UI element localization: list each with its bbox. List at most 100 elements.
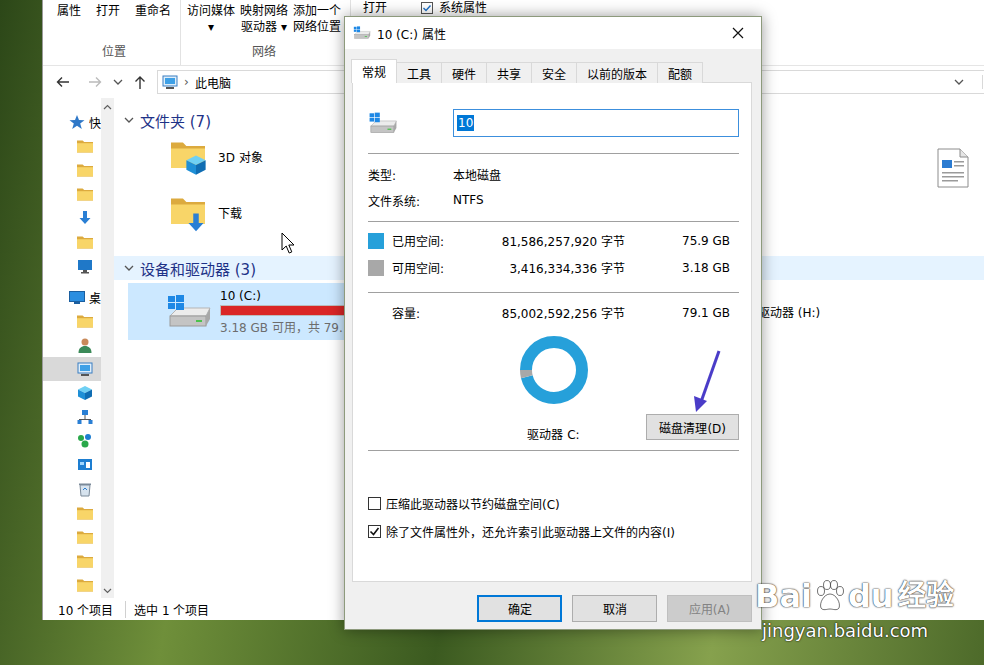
capacity-size: 79.1 GB: [633, 306, 739, 320]
nav-item[interactable]: [43, 254, 101, 278]
tab[interactable]: 硬件: [441, 62, 487, 83]
checkbox[interactable]: [368, 497, 381, 510]
tab[interactable]: 安全: [531, 62, 577, 83]
button-bar: 确定取消应用(A): [352, 582, 752, 622]
default-frame: 应用(A): [667, 595, 752, 622]
tab[interactable]: 以前的版本: [576, 62, 658, 83]
nav-item[interactable]: [43, 549, 101, 573]
space-bytes: 3,416,334,336 字节: [500, 259, 625, 276]
ribbon-button[interactable]: 重命名: [135, 3, 171, 19]
nav-item-label: 快: [89, 114, 101, 131]
nav-item[interactable]: [43, 573, 101, 597]
tab-label: 配额: [668, 65, 692, 82]
nav-item[interactable]: 桌: [43, 285, 101, 309]
capacity-row: 容量:85,002,592,256 字节79.1 GB: [368, 299, 739, 326]
checkbox-row[interactable]: 压缩此驱动器以节约磁盘空间(C): [368, 492, 739, 514]
ribbon-button[interactable]: 访问媒体▾: [187, 3, 235, 35]
system-properties-icon: [421, 2, 433, 14]
dialog-button: 应用(A): [667, 595, 752, 622]
nav-item[interactable]: [43, 429, 101, 453]
ribbon-button-label: 网络位置: [293, 19, 341, 35]
ribbon-button[interactable]: 映射网络驱动器 ▾: [240, 3, 288, 35]
nav-item[interactable]: 快: [43, 110, 101, 134]
ribbon-button[interactable]: 属性: [57, 3, 81, 19]
user-icon: [77, 337, 93, 353]
paw-icon: [813, 579, 847, 613]
star-icon: [69, 114, 85, 130]
info-value: NTFS: [453, 193, 739, 207]
cube-icon: [77, 385, 93, 401]
selection-count: 选中 1 个项目: [125, 601, 209, 618]
space-size: 75.9 GB: [633, 234, 739, 248]
watermark-logo: Baidu经验: [755, 578, 954, 614]
ribbon-button[interactable]: 打开: [363, 0, 387, 16]
ribbon-button-text: 系统属性: [421, 0, 487, 16]
dialog-button[interactable]: 取消: [572, 595, 657, 622]
ribbon-button-text: 属性: [57, 3, 81, 19]
nav-item[interactable]: [43, 453, 101, 477]
nav-item[interactable]: [43, 477, 101, 501]
ribbon-button[interactable]: 系统属性: [421, 0, 487, 16]
tab[interactable]: 共享: [486, 62, 532, 83]
scroll-down-icon: [103, 588, 112, 594]
folder-tile[interactable]: [936, 140, 984, 196]
disk-cleanup-button[interactable]: 磁盘清理(D): [646, 414, 739, 440]
download-icon: [77, 210, 93, 226]
nav-item[interactable]: [43, 309, 101, 333]
capacity-label: 容量:: [392, 304, 492, 321]
ribbon-button-lines: 添加一个网络位置: [293, 3, 341, 35]
ribbon-button[interactable]: 添加一个网络位置: [293, 3, 341, 35]
space-size: 3.18 GB: [633, 261, 739, 275]
checkbox-row[interactable]: 除了文件属性外，还允许索引此驱动器上文件的内容(I): [368, 520, 739, 542]
breadcrumb-separator: ›: [184, 75, 189, 89]
nav-item[interactable]: [43, 525, 101, 549]
nav-scrollbar[interactable]: [101, 98, 114, 598]
space-bytes: 81,586,257,920 字节: [500, 232, 625, 249]
nav-item[interactable]: [43, 206, 101, 230]
expand-chevron-icon: [124, 263, 134, 273]
ribbon-buttons: 访问媒体▾映射网络驱动器 ▾添加一个网络位置: [187, 0, 341, 44]
breadcrumb-item[interactable]: 此电脑: [195, 74, 231, 91]
up-arrow-icon: [133, 74, 147, 90]
name-field[interactable]: 10: [453, 109, 739, 137]
nav-item[interactable]: [43, 501, 101, 525]
ribbon-button-text: 重命名: [135, 3, 171, 19]
tab[interactable]: 配额: [657, 62, 703, 83]
ribbon-button-text: 访问媒体▾: [187, 3, 235, 35]
desktop-icon: [69, 289, 85, 305]
nav-item[interactable]: [43, 405, 101, 429]
checkmark-icon: [369, 526, 380, 537]
space-grid: 已用空间:81,586,257,920 字节75.9 GB可用空间:3,416,…: [368, 227, 739, 281]
folder-name: 下载: [218, 196, 242, 252]
nav-item[interactable]: [43, 333, 101, 357]
name-row: 10: [368, 109, 739, 137]
nav-item[interactable]: [43, 182, 101, 206]
ribbon-group: 属性打开重命名位置: [43, 0, 181, 65]
folder-icon: [77, 506, 93, 520]
tab[interactable]: 工具: [396, 62, 442, 83]
donut-segment: [526, 342, 582, 398]
checkbox[interactable]: [368, 525, 381, 538]
close-button[interactable]: [715, 17, 761, 49]
refresh-icon: [982, 75, 984, 89]
nav-item[interactable]: [43, 230, 101, 254]
folder-icon: [77, 554, 93, 568]
legend-swatch: [368, 233, 384, 249]
nav-item[interactable]: [43, 381, 101, 405]
options: 压缩此驱动器以节约磁盘空间(C) 除了文件属性外，还允许索引此驱动器上文件的内容(…: [368, 492, 739, 542]
dialog-button[interactable]: 确定: [477, 595, 562, 622]
tab[interactable]: 常规: [351, 59, 397, 83]
group-title: 设备和驱动器 (3): [140, 258, 256, 279]
separator: [368, 153, 739, 154]
nav-item[interactable]: [43, 158, 101, 182]
ribbon-button[interactable]: 打开: [96, 3, 120, 19]
nav-item[interactable]: [43, 357, 101, 381]
watermark-text: Bai: [755, 578, 812, 614]
ribbon-button-label: 添加一个: [293, 3, 341, 19]
nav-item[interactable]: [43, 134, 101, 158]
title-bar: 10 (C:) 属性: [345, 17, 761, 49]
folder-cube-icon: [171, 140, 211, 184]
ribbon-button-text: 映射网络驱动器 ▾: [240, 3, 288, 35]
ribbon-buttons: 属性打开重命名: [57, 0, 171, 44]
tab-label: 工具: [407, 65, 431, 82]
